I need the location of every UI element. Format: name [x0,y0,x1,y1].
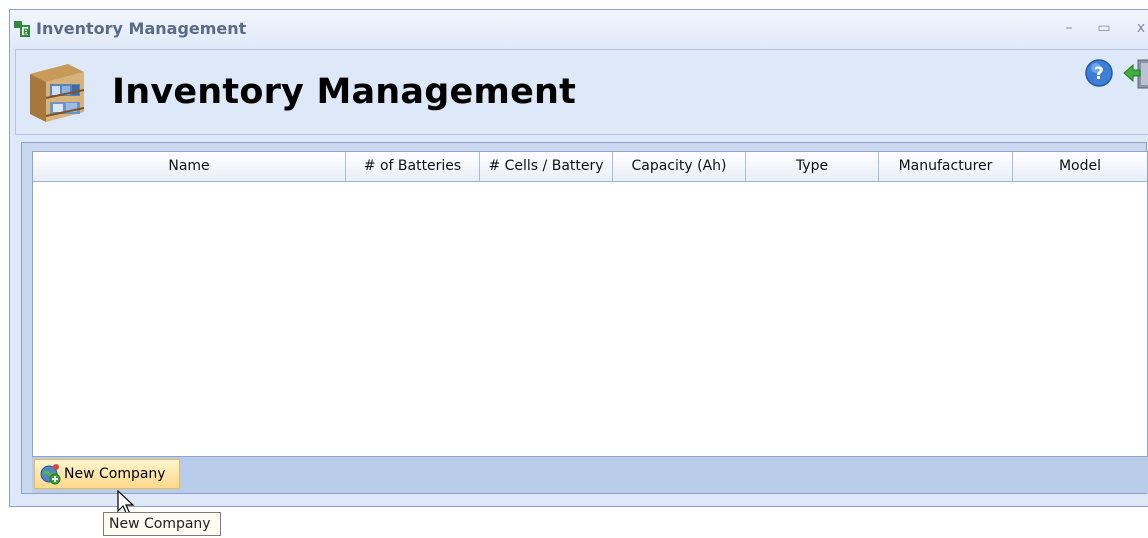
svg-text:B: B [23,28,29,37]
column-header-name[interactable]: Name [33,152,346,181]
title-bar: B Inventory Management – ▭ x [10,10,1148,48]
exit-icon[interactable] [1122,56,1148,90]
column-header-model[interactable]: Model [1013,152,1147,181]
column-header-batteries[interactable]: # of Batteries [346,152,480,181]
close-button[interactable]: x [1132,20,1148,36]
globe-add-icon [40,464,61,485]
new-company-button[interactable]: New Company [34,459,180,489]
new-company-label: New Company [64,466,166,482]
header-banner: Inventory Management ? [15,49,1148,135]
column-header-manufacturer[interactable]: Manufacturer [879,152,1013,181]
svg-text:?: ? [1094,64,1104,84]
column-header-cells[interactable]: # Cells / Battery [480,152,613,181]
help-icon[interactable]: ? [1084,58,1114,88]
column-header-type[interactable]: Type [746,152,879,181]
app-window: B Inventory Management – ▭ x Inventory M… [9,9,1148,507]
tooltip: New Company [103,512,221,536]
column-header-capacity[interactable]: Capacity (Ah) [613,152,746,181]
maximize-button[interactable]: ▭ [1095,20,1113,36]
minimize-button[interactable]: – [1060,20,1078,36]
grid-body [33,182,1147,457]
grid-header: Name # of Batteries # Cells / Battery Ca… [33,152,1147,182]
app-icon: B [14,21,30,37]
inventory-grid[interactable]: Name # of Batteries # Cells / Battery Ca… [32,151,1148,457]
main-panel: Name # of Batteries # Cells / Battery Ca… [21,142,1148,494]
bookshelf-icon [30,64,85,122]
window-title: Inventory Management [36,19,247,38]
page-title: Inventory Management [112,72,577,112]
bottom-toolbar: New Company [32,457,1148,493]
